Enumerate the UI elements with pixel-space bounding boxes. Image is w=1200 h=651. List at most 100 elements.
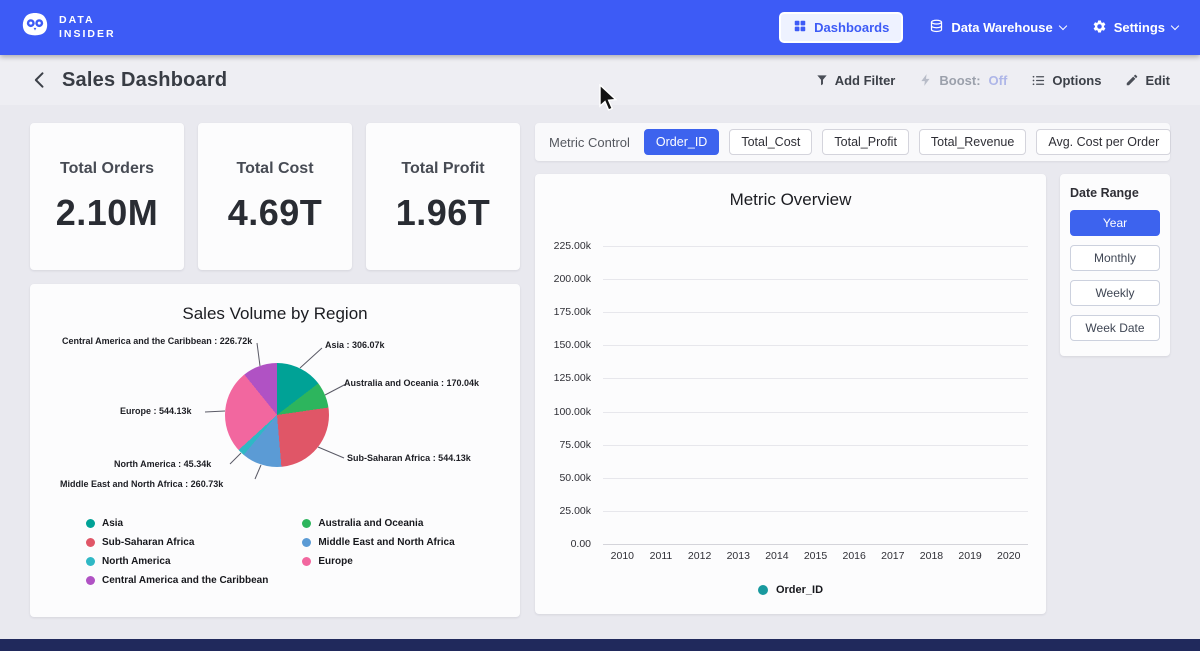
pie-legend-item-sub-saharan-africa[interactable]: Sub-Saharan Africa — [86, 537, 268, 548]
legend-label: Europe — [318, 556, 352, 567]
y-axis: 225.00k200.00k175.00k150.00k125.00k100.0… — [545, 246, 595, 544]
metric-overview-card: Metric Overview 225.00k200.00k175.00k150… — [535, 174, 1046, 614]
brand-line1: DATA — [59, 14, 116, 28]
pie-label-central-america: Central America and the Caribbean : 226.… — [62, 336, 252, 346]
legend-dot — [86, 519, 95, 528]
dashboards-label: Dashboards — [814, 20, 889, 35]
legend-label: Sub-Saharan Africa — [102, 537, 194, 548]
brand-line2: INSIDER — [59, 28, 116, 42]
y-tick-label: 25.00k — [559, 505, 591, 517]
date-range-title: Date Range — [1070, 186, 1160, 200]
dashboards-button[interactable]: Dashboards — [779, 12, 903, 43]
data-warehouse-menu[interactable]: Data Warehouse — [929, 19, 1065, 37]
top-navbar: DATA INSIDER Dashboards — [0, 0, 1200, 55]
kpi-value: 4.69T — [228, 192, 323, 234]
x-tick-label: 2016 — [835, 550, 874, 562]
dashboards-grid-icon — [793, 19, 807, 36]
date-range-button-year[interactable]: Year — [1070, 210, 1160, 236]
date-range-button-weekly[interactable]: Weekly — [1070, 280, 1160, 306]
options-button[interactable]: Options — [1031, 73, 1101, 88]
x-tick-label: 2014 — [758, 550, 797, 562]
page-header: Sales Dashboard Add Filter Boost: Off Op… — [0, 55, 1200, 105]
back-button[interactable] — [30, 70, 50, 90]
pie-chart[interactable] — [225, 363, 329, 467]
legend-dot — [302, 519, 311, 528]
options-label: Options — [1052, 73, 1101, 88]
chevron-down-icon — [1058, 21, 1066, 29]
main-content: Total Orders 2.10M Total Cost 4.69T Tota… — [0, 105, 1200, 639]
boost-toggle[interactable]: Boost: Off — [919, 73, 1007, 88]
pie-legend-item-north-america[interactable]: North America — [86, 556, 268, 567]
boost-bolt-icon — [919, 73, 933, 87]
page-header-actions: Add Filter Boost: Off Options Edit — [815, 73, 1170, 88]
nav-right: Dashboards Data Warehouse — [779, 12, 1178, 43]
brand-text: DATA INSIDER — [59, 14, 116, 41]
add-filter-label: Add Filter — [835, 73, 896, 88]
edit-label: Edit — [1145, 73, 1170, 88]
boost-label: Boost: — [939, 73, 980, 88]
metric-button-total-revenue[interactable]: Total_Revenue — [919, 129, 1026, 155]
metric-buttons: Order_ID Total_Cost Total_Profit Total_Reve… — [644, 129, 1171, 155]
right-row: Metric Overview 225.00k200.00k175.00k150… — [535, 174, 1170, 614]
left-column: Total Orders 2.10M Total Cost 4.69T Tota… — [30, 123, 520, 639]
metric-button-total-profit[interactable]: Total_Profit — [822, 129, 909, 155]
pie-legend-item-central-america-and-the-caribbean[interactable]: Central America and the Caribbean — [86, 575, 268, 586]
gear-icon — [1092, 19, 1107, 37]
chevron-down-icon — [1171, 21, 1179, 29]
pie-label-europe: Europe : 544.13k — [120, 406, 192, 416]
legend-label: North America — [102, 556, 171, 567]
x-tick-label: 2015 — [796, 550, 835, 562]
brand[interactable]: DATA INSIDER — [20, 10, 116, 45]
kpi-value: 1.96T — [396, 192, 491, 234]
data-warehouse-label: Data Warehouse — [951, 20, 1052, 35]
pie-legend-item-asia[interactable]: Asia — [86, 518, 268, 529]
add-filter-button[interactable]: Add Filter — [815, 73, 896, 88]
pie-legend-item-europe[interactable]: Europe — [302, 556, 454, 567]
page-header-left: Sales Dashboard — [30, 69, 227, 92]
footer-bar — [0, 639, 1200, 651]
funnel-icon — [815, 73, 829, 87]
x-tick-label: 2018 — [912, 550, 951, 562]
metric-button-order-id[interactable]: Order_ID — [644, 129, 719, 155]
pie-chart-title: Sales Volume by Region — [44, 304, 506, 324]
date-range-button-week-date[interactable]: Week Date — [1070, 315, 1160, 341]
legend-dot — [86, 538, 95, 547]
app-root: DATA INSIDER Dashboards — [0, 0, 1200, 651]
kpi-card-total-profit: Total Profit 1.96T — [366, 123, 520, 270]
settings-label: Settings — [1114, 20, 1165, 35]
bar-chart-title: Metric Overview — [545, 190, 1036, 210]
kpi-title: Total Orders — [60, 160, 154, 178]
kpi-title: Total Profit — [401, 160, 484, 178]
legend-dot — [302, 557, 311, 566]
pie-legend: Asia Australia and Oceania Sub-Saharan Afr… — [44, 518, 506, 586]
kpi-row: Total Orders 2.10M Total Cost 4.69T Tota… — [30, 123, 520, 270]
x-tick-label: 2010 — [603, 550, 642, 562]
kpi-card-total-orders: Total Orders 2.10M — [30, 123, 184, 270]
y-tick-label: 200.00k — [554, 273, 591, 285]
pie-label-middle-east: Middle East and North Africa : 260.73k — [60, 479, 223, 489]
bar-legend-dot — [758, 585, 768, 595]
bar-plot — [603, 246, 1028, 544]
bar-legend[interactable]: Order_ID — [545, 584, 1036, 596]
pie-legend-item-middle-east-and-north-africa[interactable]: Middle East and North Africa — [302, 537, 454, 548]
legend-label: Australia and Oceania — [318, 518, 423, 529]
pie-label-australia-oceania: Australia and Oceania : 170.04k — [344, 378, 479, 388]
pie-legend-item-australia-and-oceania[interactable]: Australia and Oceania — [302, 518, 454, 529]
legend-label: Central America and the Caribbean — [102, 575, 268, 586]
metric-button-total-cost[interactable]: Total_Cost — [729, 129, 812, 155]
edit-button[interactable]: Edit — [1125, 73, 1170, 88]
metric-button-avg-cost-per-order[interactable]: Avg. Cost per Order — [1036, 129, 1171, 155]
pie-chart-area: Central America and the Caribbean : 226.… — [44, 328, 506, 506]
y-tick-label: 125.00k — [554, 372, 591, 384]
settings-menu[interactable]: Settings — [1092, 19, 1178, 37]
page-title: Sales Dashboard — [62, 69, 227, 92]
pencil-icon — [1125, 73, 1139, 87]
metric-control-bar: Metric Control Order_IDTotal_CostTotal_P… — [535, 123, 1170, 161]
x-tick-label: 2017 — [873, 550, 912, 562]
legend-dot — [302, 538, 311, 547]
pie-label-asia: Asia : 306.07k — [325, 340, 385, 350]
kpi-card-total-cost: Total Cost 4.69T — [198, 123, 352, 270]
kpi-value: 2.10M — [56, 192, 159, 234]
legend-label: Asia — [102, 518, 123, 529]
date-range-button-monthly[interactable]: Monthly — [1070, 245, 1160, 271]
